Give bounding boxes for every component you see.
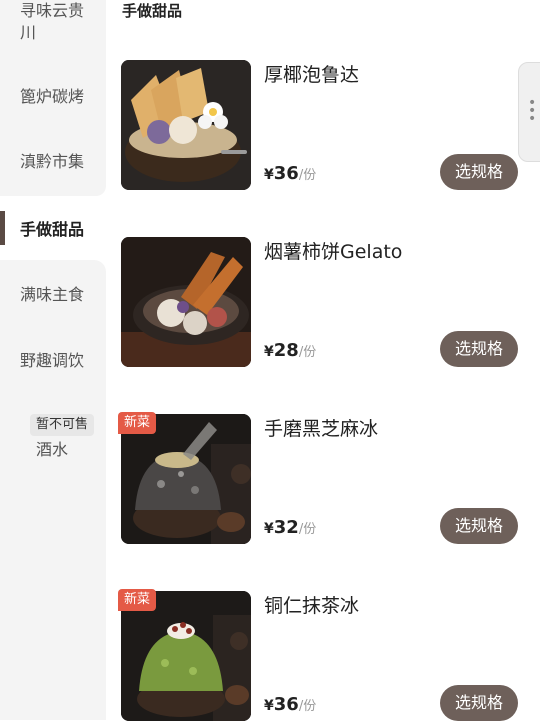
price-unit: /份: [298, 345, 317, 360]
sidebar-item-label: 滇黔市集: [20, 152, 85, 171]
price-unit: /份: [298, 168, 317, 183]
unavailable-badge: 暂不可售: [30, 414, 95, 436]
product-card[interactable]: 厚椰泡鲁达 ¥36/份 选规格: [121, 60, 521, 190]
sidebar-item-bilu[interactable]: 篦炉碳烤: [0, 86, 106, 108]
sidebar-item-xunwei[interactable]: 寻味云贵 川: [0, 0, 106, 44]
active-indicator: [0, 211, 5, 245]
product-card[interactable]: 新菜 铜仁抹茶冰 ¥36/份 选规格: [118, 589, 521, 721]
sidebar-item-label: 寻味云贵 川: [20, 1, 85, 42]
select-spec-button[interactable]: 选规格: [440, 154, 518, 190]
section-title: 手做甜品: [122, 2, 183, 20]
sidebar-item-staple[interactable]: 满味主食: [0, 284, 106, 306]
sidebar-item-label: 野趣调饮: [20, 351, 85, 370]
sidebar-item-liquor[interactable]: 酒水: [0, 439, 106, 461]
sidebar-item-dianqian[interactable]: 滇黔市集: [0, 151, 106, 173]
sidebar-curve-top: [0, 186, 106, 196]
price-value: 28: [273, 340, 299, 361]
sidebar-item-dessert[interactable]: 手做甜品: [0, 196, 106, 260]
product-name: 铜仁抹茶冰: [264, 595, 360, 617]
product-name: 手磨黑芝麻冰: [264, 418, 379, 440]
price-unit: /份: [298, 522, 317, 537]
product-name: 厚椰泡鲁达: [264, 64, 360, 86]
product-price: ¥32/份: [264, 517, 316, 538]
currency-symbol: ¥: [264, 167, 274, 183]
floating-side-handle[interactable]: • • •: [518, 62, 540, 162]
more-dots-icon: • • •: [528, 95, 537, 127]
product-name: 烟薯柿饼Gelato: [264, 241, 403, 263]
product-image[interactable]: [121, 237, 251, 367]
select-spec-button[interactable]: 选规格: [440, 331, 518, 367]
price-value: 32: [273, 517, 299, 538]
sidebar-item-drinks[interactable]: 野趣调饮: [0, 350, 106, 372]
product-price: ¥28/份: [264, 340, 316, 361]
price-unit: /份: [298, 699, 317, 714]
product-price: ¥36/份: [264, 694, 316, 715]
price-value: 36: [273, 163, 299, 184]
sidebar-item-label: 酒水: [36, 440, 69, 459]
currency-symbol: ¥: [264, 521, 274, 537]
sidebar-item-label: 满味主食: [20, 285, 85, 304]
price-value: 36: [273, 694, 299, 715]
sidebar-item-label: 手做甜品: [20, 220, 85, 239]
currency-symbol: ¥: [264, 344, 274, 360]
product-card[interactable]: 新菜 手磨黑芝麻冰 ¥32/份 选规格: [118, 412, 521, 544]
sidebar-item-label: 篦炉碳烤: [20, 87, 85, 106]
product-image[interactable]: [121, 60, 251, 190]
currency-symbol: ¥: [264, 698, 274, 714]
new-dish-badge: 新菜: [118, 412, 157, 434]
select-spec-button[interactable]: 选规格: [440, 508, 518, 544]
sidebar-curve-bottom: [0, 260, 106, 272]
select-spec-button[interactable]: 选规格: [440, 685, 518, 721]
product-card[interactable]: 烟薯柿饼Gelato ¥28/份 选规格: [121, 237, 521, 367]
product-price: ¥36/份: [264, 163, 316, 184]
new-dish-badge: 新菜: [118, 589, 157, 611]
